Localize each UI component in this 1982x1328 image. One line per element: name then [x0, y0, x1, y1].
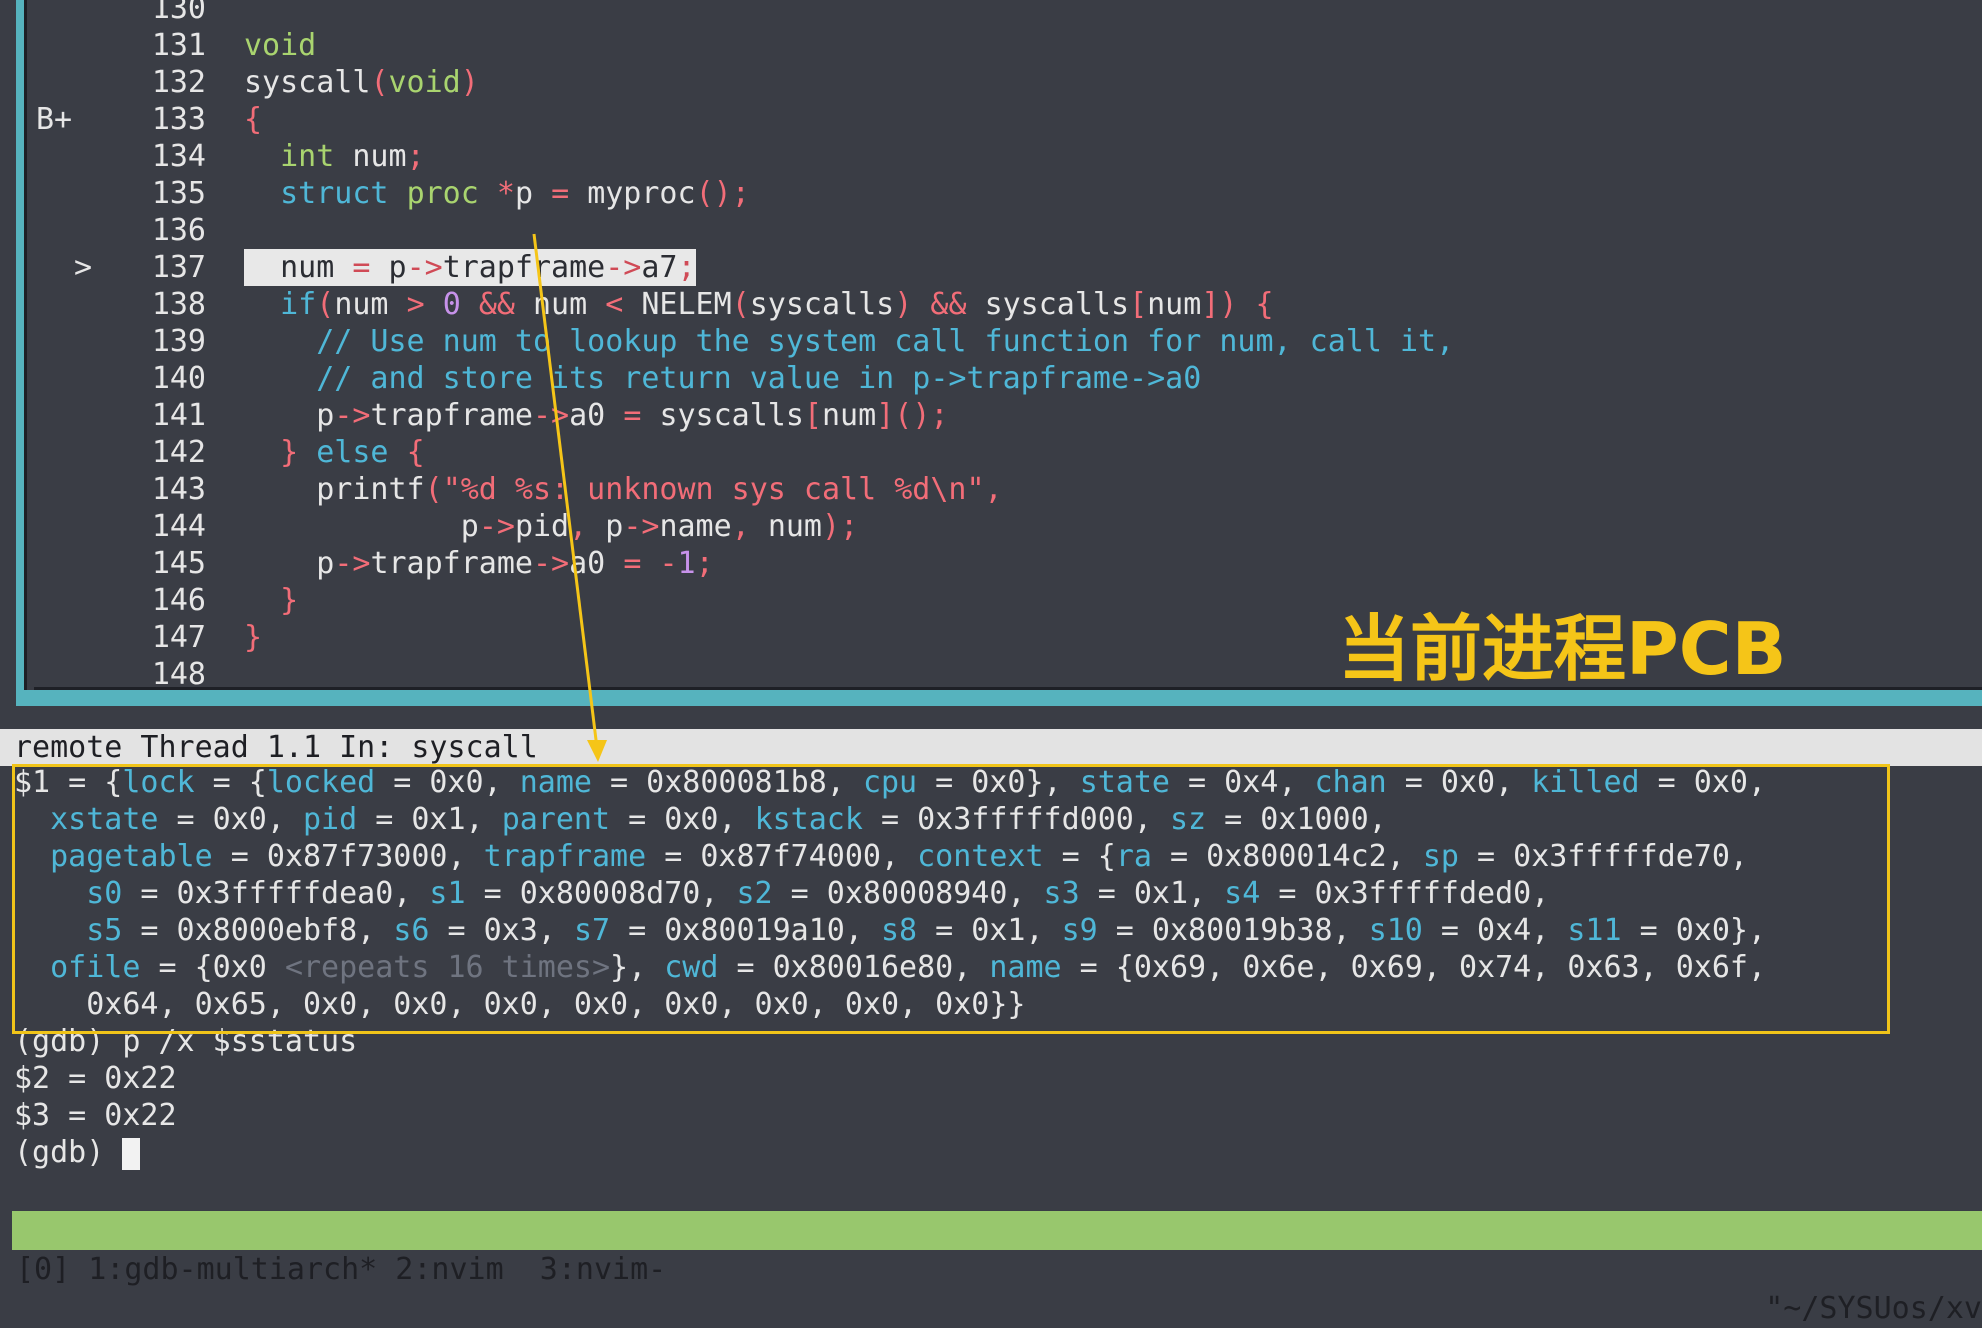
source-line[interactable]: B+ 133 { [0, 101, 1982, 138]
source-code: { [244, 102, 263, 137]
source-code: p->pid, p->name, num); [460, 509, 859, 544]
source-line[interactable]: 135 struct proc *p = myproc(); [0, 175, 1982, 212]
gdb-output-line: $3 = 0x22 [14, 1098, 177, 1133]
line-number: 141 [151, 398, 206, 433]
gdb-output-line: s5 = 0x8000ebf8, s6 = 0x3, s7 = 0x80019a… [86, 913, 1767, 948]
source-code: // and store its return value in p->trap… [316, 361, 1202, 396]
line-number: 147 [151, 620, 206, 655]
source-line[interactable]: 132 syscall(void) [0, 64, 1982, 101]
gdb-output-line: xstate = 0x0, pid = 0x1, parent = 0x0, k… [50, 802, 1387, 837]
gdb-prompt-line: (gdb) [14, 1134, 141, 1171]
source-code: int num; [280, 139, 425, 174]
source-line[interactable]: 134 int num; [0, 138, 1982, 175]
source-code: } [280, 583, 299, 618]
source-line[interactable]: 131 void [0, 27, 1982, 64]
line-number: 139 [151, 324, 206, 359]
source-line[interactable]: 138 if(num > 0 && num < NELEM(syscalls) … [0, 286, 1982, 323]
tmux-status-bar: [0] 1:gdb-multiarch* 2:nvim 3:nvim- "~/S… [12, 1211, 1982, 1326]
gdb-status-line: remote Thread 1.1 In: syscall [0, 729, 1982, 766]
gdb-output-line: $1 = {lock = {locked = 0x0, name = 0x800… [14, 765, 1767, 800]
source-line[interactable]: 145 p->trapframe->a0 = -1; [0, 545, 1982, 582]
source-line[interactable]: 144 p->pid, p->name, num); [0, 508, 1982, 545]
tmux-session-path: "~/SYSUos/xv [1765, 1291, 1982, 1326]
source-line[interactable]: 136 [0, 212, 1982, 249]
source-line[interactable]: 141 p->trapframe->a0 = syscalls[num](); [0, 397, 1982, 434]
line-number: 144 [151, 509, 206, 544]
source-code: printf("%d %s: unknown sys call %d\n", [316, 472, 1003, 507]
source-line[interactable]: >137 num = p->trapframe->a7; [0, 249, 1982, 286]
line-number: 135 [151, 176, 206, 211]
line-number: 131 [151, 28, 206, 63]
source-code: struct proc *p = myproc(); [280, 176, 750, 211]
line-number: 136 [151, 213, 206, 248]
line-number: 143 [151, 472, 206, 507]
line-number: 138 [151, 287, 206, 322]
gdb-output-line: $2 = 0x22 [14, 1061, 177, 1096]
line-number: 137 [151, 250, 206, 285]
gdb-prompt-line: (gdb) p /x $sstatus [14, 1024, 358, 1059]
annotation-label: 当前进程PCB [1338, 607, 1787, 691]
line-number: 140 [151, 361, 206, 396]
gdb-output-line: 0x64, 0x65, 0x0, 0x0, 0x0, 0x0, 0x0, 0x0… [14, 987, 1026, 1022]
gdb-output-line: pagetable = 0x87f73000, trapframe = 0x87… [50, 839, 1748, 874]
current-line-marker: > [74, 250, 93, 285]
line-number: 145 [151, 546, 206, 581]
source-line[interactable]: 143 printf("%d %s: unknown sys call %d\n… [0, 471, 1982, 508]
line-number: 146 [151, 583, 206, 618]
line-number: 130 [151, 0, 206, 26]
gdb-output-line: ofile = {0x0 <repeats 16 times>}, cwd = … [50, 950, 1767, 985]
source-code: if(num > 0 && num < NELEM(syscalls) && s… [280, 287, 1274, 322]
source-code: syscall(void) [244, 65, 479, 100]
source-line[interactable]: 142 } else { [0, 434, 1982, 471]
gdb-output-line: s0 = 0x3fffffdea0, s1 = 0x80008d70, s2 =… [86, 876, 1550, 911]
line-number: 148 [151, 657, 206, 692]
source-code: } else { [280, 435, 425, 470]
breakpoint-marker: B+ [36, 102, 73, 137]
source-code: } [244, 620, 263, 655]
tmux-window-list[interactable]: [0] 1:gdb-multiarch* 2:nvim 3:nvim- [16, 1250, 666, 1289]
source-line[interactable]: 140 // and store its return value in p->… [0, 360, 1982, 397]
source-code: p->trapframe->a0 = -1; [316, 546, 714, 581]
line-number: 132 [151, 65, 206, 100]
line-number: 142 [151, 435, 206, 470]
line-number: 133 [151, 102, 206, 137]
source-line[interactable]: 130 [0, 0, 1982, 27]
source-code: void [244, 28, 317, 63]
source-line[interactable]: 139 // Use num to lookup the system call… [0, 323, 1982, 360]
source-code: p->trapframe->a0 = syscalls[num](); [316, 398, 949, 433]
line-number: 134 [151, 139, 206, 174]
source-code: // Use num to lookup the system call fun… [316, 324, 1455, 359]
source-code: num = p->trapframe->a7; [244, 249, 696, 286]
terminal-cursor[interactable] [122, 1137, 141, 1170]
